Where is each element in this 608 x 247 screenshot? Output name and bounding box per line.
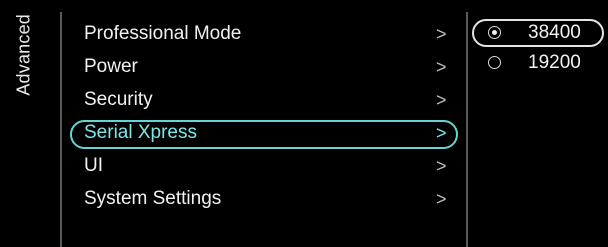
radio-checked-icon[interactable]	[488, 26, 501, 39]
middle-divider	[466, 12, 468, 247]
chevron-right-icon: >	[436, 189, 447, 209]
option-value: 19200	[528, 52, 581, 73]
menu-item-label: Power	[84, 56, 138, 77]
menu-item-power[interactable]: Power >	[60, 53, 466, 84]
option-38400[interactable]: 38400	[470, 18, 604, 48]
chevron-right-icon: >	[436, 90, 447, 110]
menu-item-professional-mode[interactable]: Professional Mode >	[60, 20, 466, 51]
menu-item-label: UI	[84, 155, 103, 176]
menu-item-serial-xpress[interactable]: Serial Xpress >	[60, 119, 466, 150]
chevron-right-icon: >	[436, 123, 447, 143]
menu-item-label: Professional Mode	[84, 23, 242, 44]
menu-item-label: System Settings	[84, 188, 222, 209]
settings-menu: Professional Mode > Power > Security > S…	[60, 20, 466, 218]
menu-item-ui[interactable]: UI >	[60, 152, 466, 183]
settings-screen: Advanced Professional Mode > Power > Sec…	[0, 0, 608, 247]
menu-item-security[interactable]: Security >	[60, 86, 466, 117]
option-value: 38400	[528, 22, 581, 43]
option-19200[interactable]: 19200	[470, 48, 604, 78]
menu-item-label: Security	[84, 89, 153, 110]
menu-item-label: Serial Xpress	[84, 122, 197, 143]
chevron-right-icon: >	[436, 156, 447, 176]
section-title: Advanced	[13, 14, 34, 96]
chevron-right-icon: >	[436, 24, 447, 44]
section-label: Advanced	[4, 0, 38, 120]
menu-item-system-settings[interactable]: System Settings >	[60, 185, 466, 216]
radio-unchecked-icon[interactable]	[488, 56, 501, 69]
baud-rate-options: 38400 19200	[470, 18, 604, 78]
chevron-right-icon: >	[436, 57, 447, 77]
